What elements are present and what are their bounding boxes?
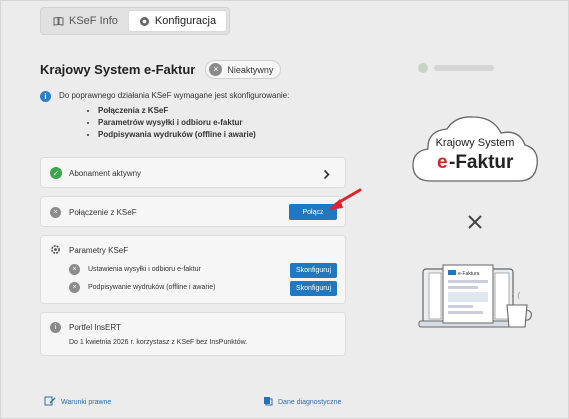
portfel-card: i Portfel InsERT Do 1 kwietnia 2026 r. k… [40, 312, 346, 356]
subscription-card[interactable]: ✓ Abonament aktywny [40, 157, 346, 188]
params-card: Parametry KSeF × Ustawienia wysyłki i od… [40, 235, 346, 304]
portfel-text: Do 1 kwietnia 2026 r. korzystasz z KSeF … [69, 339, 248, 346]
info-icon: i [40, 91, 51, 102]
legal-terms-link[interactable]: Warunki prawne [44, 396, 111, 408]
close-circle-icon: × [69, 264, 80, 275]
ksef-cloud-logo: Krajowy System e -Faktur [412, 116, 538, 182]
list-item: Podpisywania wydruków (offline i awarie) [98, 129, 340, 141]
e-invoice-illustration: e-Faktura [418, 264, 532, 328]
info-icon: i [50, 322, 61, 333]
user-info-redacted [418, 63, 494, 73]
times-icon [468, 215, 482, 229]
book-icon [53, 16, 64, 26]
params-title: Parametry KSeF [69, 246, 129, 255]
connection-label: Połączenie z KSeF [69, 208, 137, 217]
connection-card: × Połączenie z KSeF Połącz [40, 196, 346, 227]
configure-signing-button[interactable]: Skonfiguruj [290, 281, 337, 296]
tab-bar: KSeF Info Konfiguracja [40, 7, 231, 35]
configure-sending-button[interactable]: Skonfiguruj [290, 263, 337, 278]
arrow-pointer-icon [328, 188, 362, 210]
app-window: KSeF Info Konfiguracja Krajowy System e-… [0, 0, 569, 419]
close-circle-icon: × [209, 63, 223, 76]
params-row-label: Ustawienia wysyłki i odbioru e-faktur [88, 266, 201, 273]
portfel-title: Portfel InsERT [69, 323, 121, 332]
info-text: Do poprawnego działania KSeF wymagane je… [59, 91, 290, 100]
tab-konfiguracja[interactable]: Konfiguracja [127, 10, 228, 32]
config-info: i Do poprawnego działania KSeF wymagane … [40, 91, 340, 141]
cloud-line1: Krajowy System [436, 137, 515, 149]
subscription-label: Abonament aktywny [69, 168, 142, 178]
params-row-label: Podpisywanie wydruków (offline i awarie) [88, 284, 216, 291]
cloud-rest: -Faktur [449, 152, 514, 173]
cloud-e: e [437, 152, 448, 173]
gear-icon [139, 16, 150, 27]
tab-label: KSeF Info [69, 15, 118, 27]
legal-terms-label: Warunki prawne [61, 398, 112, 406]
requirements-list: Połączenia z KSeF Parametrów wysyłki i o… [98, 105, 340, 141]
doc-label: e-Faktura [458, 271, 480, 277]
status-badge: × Nieaktywny [205, 60, 282, 79]
close-circle-icon: × [50, 207, 61, 218]
diagnostics-label: Dane diagnostyczne [278, 398, 342, 406]
page-title: Krajowy System e-Faktur [40, 62, 196, 77]
gear-icon [50, 244, 61, 257]
edit-document-icon [44, 396, 56, 408]
list-item: Parametrów wysyłki i odbioru e-faktur [98, 117, 340, 129]
status-label: Nieaktywny [227, 64, 274, 75]
diagnostics-link[interactable]: Dane diagnostyczne [263, 396, 341, 408]
check-icon: ✓ [50, 167, 62, 179]
chevron-right-icon [323, 167, 330, 185]
tab-ksef-info[interactable]: KSeF Info [43, 10, 128, 32]
copy-icon [263, 396, 273, 408]
tab-label: Konfiguracja [154, 15, 217, 27]
close-circle-icon: × [69, 282, 80, 293]
list-item: Połączenia z KSeF [98, 105, 340, 117]
